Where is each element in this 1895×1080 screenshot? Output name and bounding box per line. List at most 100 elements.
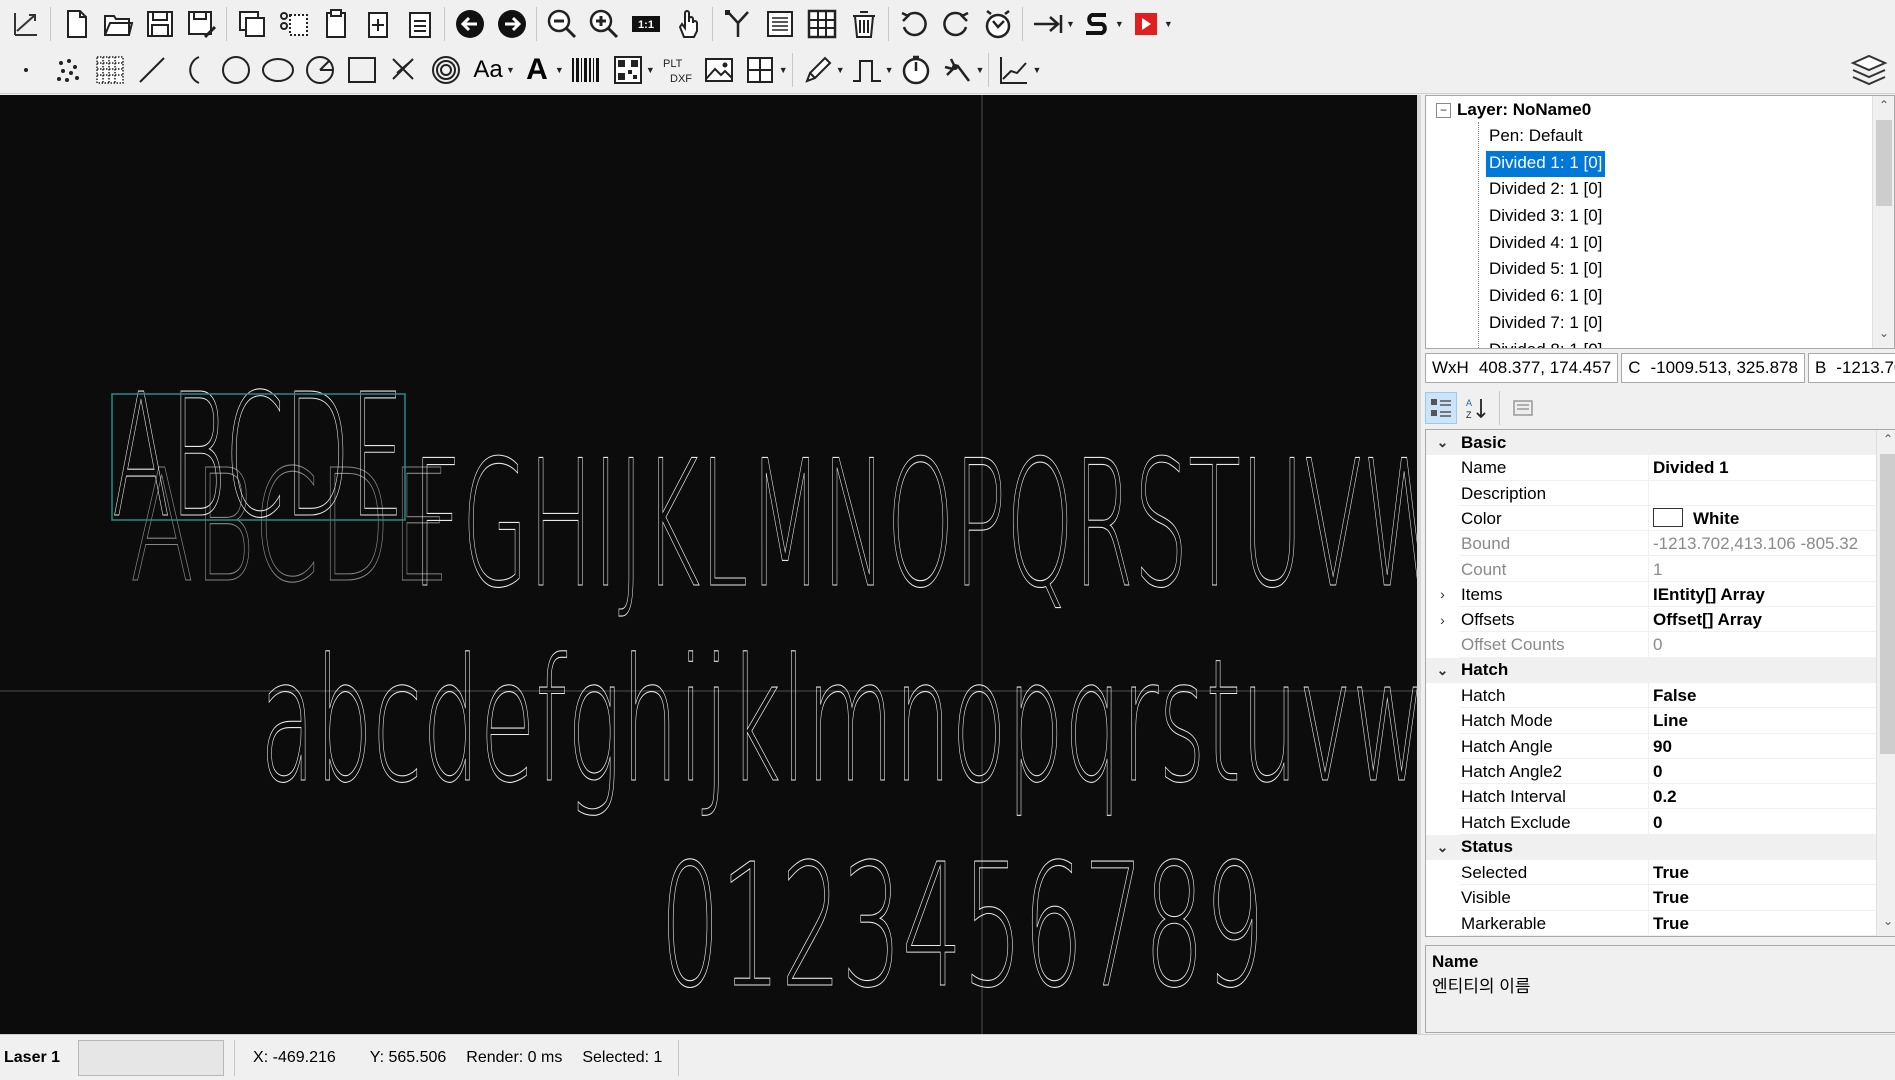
collapse-chevron-icon[interactable]: ⌄ [1426,662,1459,679]
zoom-1to1-icon[interactable]: 1:1 [626,4,666,44]
tree-item-divided-3[interactable]: Divided 3: 1 [0] [1486,204,1605,231]
expand-chevron-icon[interactable]: › [1426,586,1459,602]
list-icon[interactable] [760,4,800,44]
circle-icon[interactable] [216,50,256,90]
ellipse-icon[interactable] [258,50,298,90]
prop-row-hatch-mode[interactable]: Hatch Mode Line [1426,708,1878,734]
rotate-ccw-icon[interactable] [894,4,934,44]
digits-text[interactable]: 0123456789 [659,827,1265,1026]
prop-items-value[interactable]: IEntity[] Array [1649,582,1878,608]
pie-icon[interactable] [300,50,340,90]
dropdown-arrow-icon[interactable]: ▼ [1066,19,1075,29]
undo-icon[interactable] [450,4,490,44]
tree-item-divided-5[interactable]: Divided 5: 1 [0] [1486,257,1605,284]
tree-item-divided-7[interactable]: Divided 7: 1 [0] [1486,311,1605,338]
prop-row-description[interactable]: Description [1426,480,1878,506]
prop-row-hatch-exclude[interactable]: Hatch Exclude 0 [1426,809,1878,835]
prop-markerable-value[interactable]: True [1649,911,1878,936]
line-icon[interactable] [132,50,172,90]
dots-icon[interactable] [48,50,88,90]
zoom-in-icon[interactable] [584,4,624,44]
rotate-cw-icon[interactable] [936,4,976,44]
scroll-up-icon[interactable]: ⌃ [1877,432,1895,452]
arrow-right-icon[interactable] [1028,4,1068,44]
spiral-icon[interactable] [384,50,424,90]
view-icon[interactable] [6,4,46,44]
prop-row-count[interactable]: Count 1 [1426,556,1878,582]
expand-chevron-icon[interactable]: › [1426,612,1459,628]
prop-hatch-interval-value[interactable]: 0.2 [1649,784,1878,810]
dropdown-arrow-icon[interactable]: ▼ [506,65,515,75]
copy-icon[interactable] [232,4,272,44]
laser-icon[interactable] [938,50,978,90]
dropdown-arrow-icon[interactable]: ▼ [1164,19,1173,29]
text-aa-icon[interactable]: Aa [468,50,508,90]
node-icon[interactable] [718,4,758,44]
laser-run-icon[interactable] [1126,4,1166,44]
drawing-canvas[interactable]: ABCDE ABCDE ABCDEFGHIJKLMNOPQRSTUVWXYZ a… [0,95,1417,1034]
categorized-icon[interactable] [1425,392,1457,424]
prop-selected-value[interactable]: True [1649,860,1878,886]
collapse-icon[interactable]: − [1436,102,1451,118]
collapse-chevron-icon[interactable]: ⌄ [1426,839,1459,856]
prop-description-value[interactable] [1649,481,1878,506]
layers-icon[interactable] [1849,51,1889,91]
prop-hatch-value[interactable]: False [1649,683,1878,709]
barcode-icon[interactable] [566,50,606,90]
sort-az-icon[interactable]: AZ [1461,392,1493,424]
timer-icon[interactable] [896,50,936,90]
property-grid[interactable]: ⌄ Basic Name Divided 1 Description Color Wh… [1425,429,1895,937]
pen-icon[interactable] [798,50,838,90]
dropdown-arrow-icon[interactable]: ▼ [779,65,788,75]
prop-row-selected[interactable]: Selected True [1426,860,1878,886]
chart-icon[interactable] [994,50,1034,90]
prop-row-visible[interactable]: Visible True [1426,885,1878,911]
arc-icon[interactable] [174,50,214,90]
property-pages-icon[interactable] [1507,392,1539,424]
property-scrollbar[interactable]: ⌃ ⌄ [1876,430,1895,936]
lowercase-text[interactable]: abcdefghijklmnopqrstuvwxyz [259,622,1417,821]
selected-entity-text[interactable]: ABCDE [111,357,404,556]
prop-row-hatch-interval[interactable]: Hatch Interval 0.2 [1426,784,1878,810]
save-icon[interactable] [140,4,180,44]
trepan-icon[interactable] [426,50,466,90]
prop-row-hatch[interactable]: Hatch False [1426,683,1878,709]
prop-hatch-angle-value[interactable]: 90 [1649,734,1878,759]
paste-special-icon[interactable] [358,4,398,44]
image-icon[interactable] [699,50,739,90]
tree-scrollbar[interactable]: ⌃ ⌄ [1872,96,1894,348]
rotate-icon[interactable] [978,4,1018,44]
prop-visible-value[interactable]: True [1649,885,1878,911]
prop-row-hatch-angle2[interactable]: Hatch Angle2 0 [1426,758,1878,785]
prop-row-offset-counts[interactable]: Offset Counts 0 [1426,632,1878,658]
rectangle-icon[interactable] [342,50,382,90]
tree-item-divided-1[interactable]: Divided 1: 1 [0] [1484,149,1607,179]
prop-row-color[interactable]: Color White [1426,505,1878,532]
tree-item-divided-4[interactable]: Divided 4: 1 [0] [1486,231,1605,258]
dropdown-arrow-icon[interactable]: ▼ [1032,65,1041,75]
prop-name-value[interactable]: Divided 1 [1649,455,1878,481]
dropdown-arrow-icon[interactable]: ▼ [976,65,985,75]
tree-item-divided-6[interactable]: Divided 6: 1 [0] [1486,284,1605,311]
collapse-chevron-icon[interactable]: ⌄ [1426,434,1459,451]
s-curve-icon[interactable] [1077,4,1117,44]
entity-tree[interactable]: − Layer: NoName0 Pen: Default Divided 1:… [1425,95,1895,349]
save-as-icon[interactable] [182,4,222,44]
prop-row-name[interactable]: Name Divided 1 [1426,455,1878,481]
prop-row-markerable[interactable]: Markerable True [1426,910,1878,936]
point-icon[interactable] [6,50,46,90]
tree-root-layer[interactable]: − Layer: NoName0 [1436,100,1591,120]
dropdown-arrow-icon[interactable]: ▼ [885,65,894,75]
scroll-thumb[interactable] [1880,454,1895,754]
tree-item-pen[interactable]: Pen: Default [1486,124,1605,151]
scroll-down-icon[interactable]: ⌄ [1873,326,1894,346]
prop-color-value[interactable]: White [1649,506,1878,532]
plt-dxf-icon[interactable]: PLT DXF [657,50,697,90]
prop-row-items[interactable]: › Items IEntity[] Array [1426,581,1878,608]
prop-offsets-value[interactable]: Offset[] Array [1649,607,1878,633]
text-a-icon[interactable]: A [517,50,557,90]
prop-hatch-angle2-value[interactable]: 0 [1649,759,1878,785]
prop-row-hatch-angle[interactable]: Hatch Angle 90 [1426,733,1878,759]
prop-hatch-mode-value[interactable]: Line [1649,708,1878,734]
paste-icon[interactable] [316,4,356,44]
